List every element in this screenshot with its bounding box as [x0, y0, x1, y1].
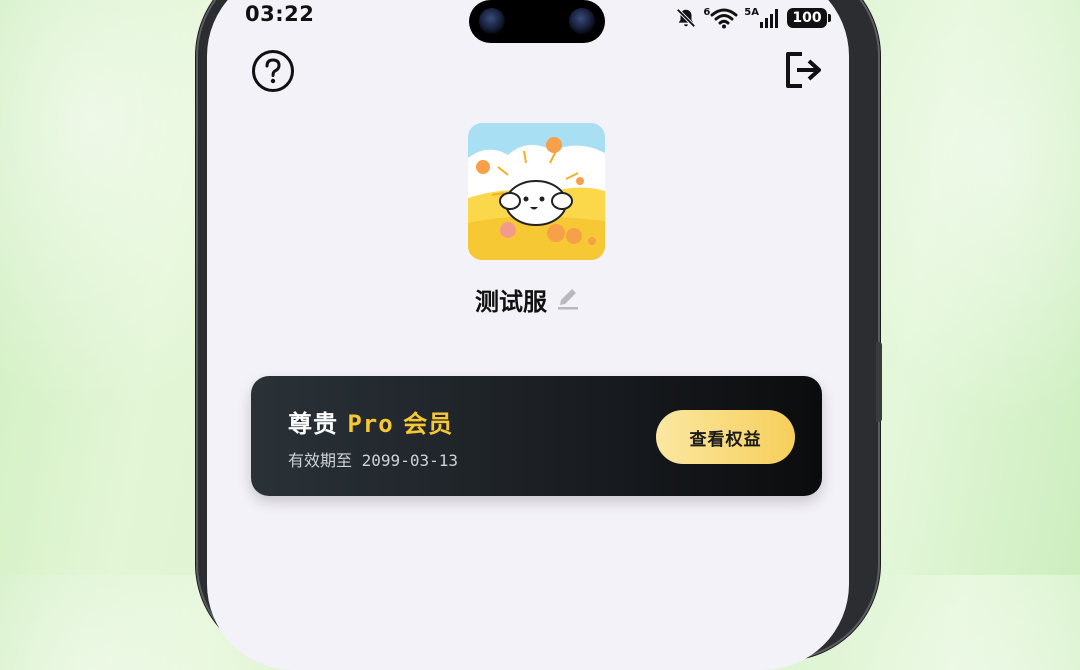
wifi-icon	[710, 7, 738, 29]
question-circle-icon[interactable]	[250, 48, 296, 98]
expiry-date: 2099-03-13	[361, 451, 458, 470]
membership-title: 尊贵 Pro 会员	[288, 404, 453, 439]
battery-indicator: 100	[787, 8, 831, 28]
signal-icon	[759, 8, 781, 28]
phone-screen: 03:22 6 5A 100 测试服 尊贵 Pro 会员 有效期至 2099-0…	[207, 0, 849, 670]
front-camera-icon	[479, 8, 505, 34]
membership-tier: 会员	[403, 409, 454, 438]
membership-plan: Pro	[347, 410, 394, 438]
pencil-icon[interactable]	[555, 285, 581, 315]
username: 测试服	[475, 287, 547, 316]
status-icons: 6 5A 100	[675, 6, 831, 30]
logout-icon[interactable]	[782, 48, 826, 96]
front-sensor-icon	[569, 8, 595, 34]
membership-prefix: 尊贵	[288, 409, 338, 438]
view-benefits-button[interactable]: 查看权益	[656, 410, 795, 464]
expiry-label: 有效期至	[288, 451, 353, 470]
network-type-label: 5A	[744, 6, 759, 18]
membership-expiry: 有效期至 2099-03-13	[288, 447, 458, 471]
wifi-standard-label: 6	[703, 6, 711, 18]
phone-side-button	[876, 342, 882, 422]
status-time: 03:22	[245, 2, 315, 26]
dynamic-island	[469, 0, 605, 43]
username-row: 测试服	[207, 282, 849, 317]
membership-card: 尊贵 Pro 会员 有效期至 2099-03-13 查看权益	[251, 376, 822, 496]
avatar[interactable]	[468, 123, 605, 260]
bell-off-icon	[675, 7, 697, 29]
